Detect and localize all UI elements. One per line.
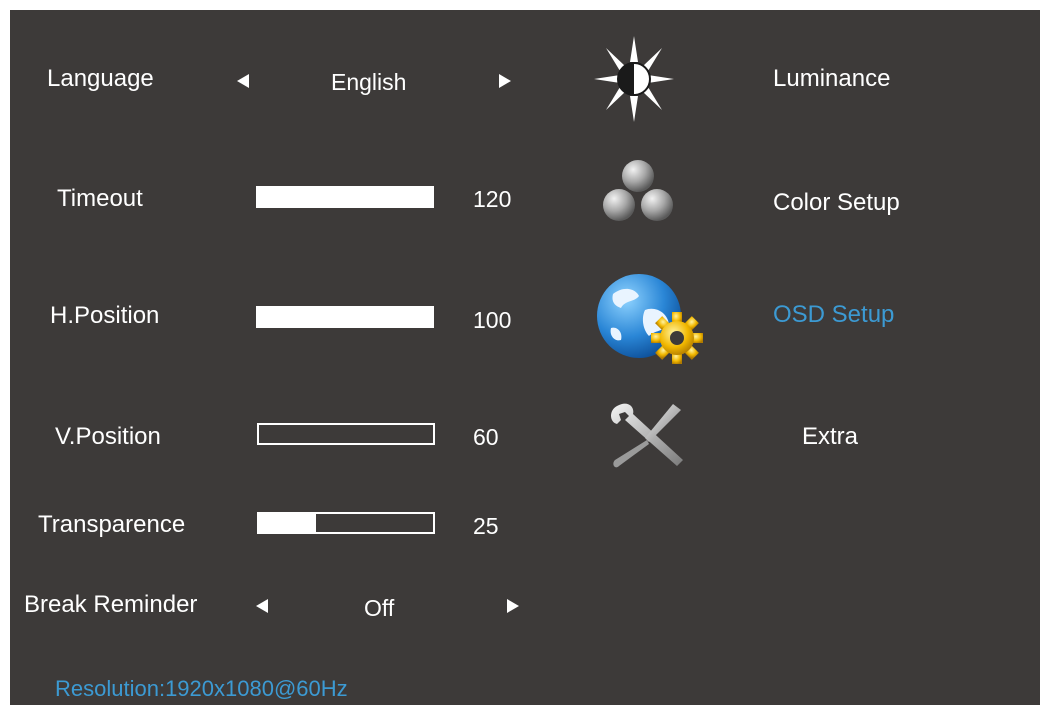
extra-icon[interactable] <box>607 400 687 470</box>
h-position-label: H.Position <box>50 302 160 329</box>
transparence-value: 25 <box>473 513 499 539</box>
resolution-status: Resolution:1920x1080@60Hz <box>55 676 348 701</box>
menu-item-extra[interactable]: Extra <box>802 423 858 451</box>
osd-setup-icon[interactable] <box>595 272 707 368</box>
language-prev-arrow[interactable] <box>237 74 249 88</box>
menu-item-osd-setup[interactable]: OSD Setup <box>773 301 894 329</box>
h-position-slider[interactable] <box>256 306 434 328</box>
transparence-label: Transparence <box>38 511 186 538</box>
language-label: Language <box>47 65 154 92</box>
luminance-icon[interactable] <box>592 34 676 124</box>
transparence-slider[interactable] <box>257 512 435 534</box>
break-reminder-next-arrow[interactable] <box>507 599 519 613</box>
menu-item-color-setup[interactable]: Color Setup <box>773 189 900 217</box>
v-position-slider[interactable] <box>257 423 435 445</box>
menu-item-luminance[interactable]: Luminance <box>773 65 890 93</box>
timeout-label: Timeout <box>57 185 143 212</box>
break-reminder-label: Break Reminder <box>24 591 198 618</box>
language-next-arrow[interactable] <box>499 74 511 88</box>
break-reminder-value[interactable]: Off <box>364 594 394 622</box>
color-setup-icon[interactable] <box>600 158 676 224</box>
h-position-slider-fill <box>258 308 432 326</box>
break-reminder-prev-arrow[interactable] <box>256 599 268 613</box>
transparence-slider-fill <box>259 514 317 532</box>
v-position-value: 60 <box>473 424 499 450</box>
language-value[interactable]: English <box>331 68 406 96</box>
h-position-value: 100 <box>473 307 512 333</box>
timeout-value: 120 <box>473 186 512 212</box>
timeout-slider-fill <box>258 188 432 206</box>
timeout-slider[interactable] <box>256 186 434 208</box>
v-position-label: V.Position <box>55 423 161 450</box>
